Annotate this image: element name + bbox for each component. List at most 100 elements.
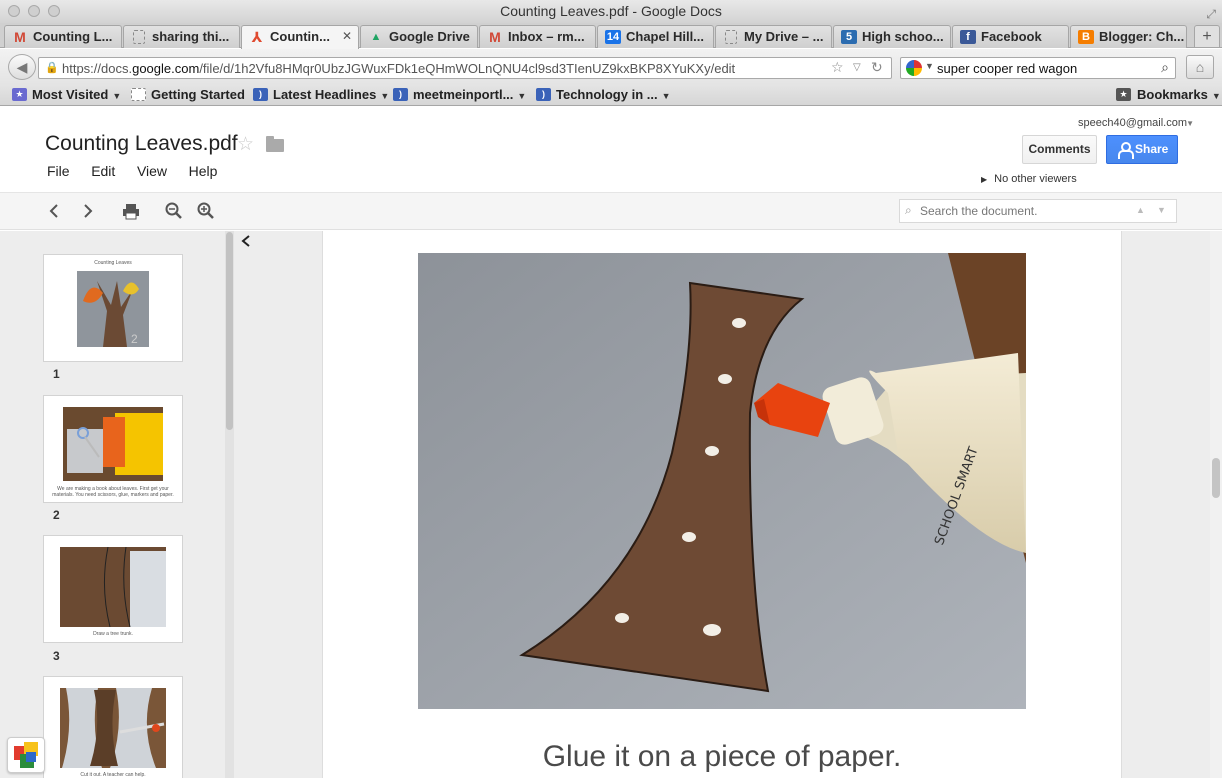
back-button[interactable]: ◀ xyxy=(8,54,36,80)
reload-icon[interactable]: ↻ xyxy=(871,59,883,76)
gmail-icon: M xyxy=(14,29,26,45)
tab-label: High schoo... xyxy=(862,29,944,44)
browser-tab[interactable]: 5 High schoo... xyxy=(833,25,951,48)
folder-icon[interactable] xyxy=(266,136,284,152)
bookmark-item[interactable]: ★ Most Visited ▼ xyxy=(12,87,121,104)
minimize-window-button[interactable] xyxy=(28,5,40,17)
account-dropdown-icon[interactable]: ▼ xyxy=(1186,119,1194,128)
menu-help[interactable]: Help xyxy=(189,163,218,179)
next-result-icon[interactable]: ▼ xyxy=(1157,205,1166,215)
trunk-drawing-thumbnail-image xyxy=(60,547,166,627)
page-thumbnail-1[interactable]: Counting Leaves 2 xyxy=(43,254,183,362)
zoom-in-button[interactable] xyxy=(196,201,216,221)
page-thumbnail-2[interactable]: We are making a book about leaves. First… xyxy=(43,395,183,503)
browser-tab[interactable]: 14 Chapel Hill... xyxy=(597,25,714,48)
tab-label: Google Drive xyxy=(389,29,470,44)
page-thumbnail-3[interactable]: Draw a tree trunk. xyxy=(43,535,183,643)
document-search-input[interactable] xyxy=(920,204,1130,218)
previous-result-icon[interactable]: ▲ xyxy=(1136,205,1145,215)
tab-label: Facebook xyxy=(981,29,1042,44)
new-tab-button[interactable]: + xyxy=(1194,25,1220,48)
bookmark-star-icon[interactable]: ☆ xyxy=(831,59,844,76)
search-icon: ⌕ xyxy=(905,203,912,217)
star-document-icon[interactable]: ☆ xyxy=(237,133,254,156)
tree-thumbnail-image: 2 xyxy=(77,271,149,347)
document-title[interactable]: Counting Leaves.pdf xyxy=(45,132,238,156)
browser-tab[interactable]: ▲ Google Drive xyxy=(360,25,478,48)
zoom-window-button[interactable] xyxy=(48,5,60,17)
browser-tab[interactable]: f Facebook xyxy=(952,25,1069,48)
print-icon xyxy=(123,204,139,220)
bookmark-label: Technology in ... xyxy=(556,87,658,102)
url-text[interactable]: https://docs.google.com/file/d/1h2Vfu8HM… xyxy=(62,61,735,76)
dropdown-caret-icon: ▼ xyxy=(380,91,390,101)
window-titlebar: Counting Leaves.pdf - Google Docs ⤢ xyxy=(0,0,1222,23)
browser-tab[interactable]: ⅄ Countin... ✕ xyxy=(241,25,359,49)
browser-tab[interactable]: B Blogger: Ch... xyxy=(1070,25,1187,48)
bookmark-item[interactable]: ) Latest Headlines ▼ xyxy=(253,87,389,104)
tab-label: My Drive – ... xyxy=(744,29,824,44)
print-button[interactable] xyxy=(121,201,141,221)
chevron-left-icon xyxy=(241,235,250,247)
tab-label: sharing thi... xyxy=(152,29,230,44)
svg-text:2: 2 xyxy=(131,332,138,346)
previous-page-button[interactable] xyxy=(44,201,64,221)
bookmarks-menu[interactable]: ★ Bookmarks ▼ xyxy=(1116,87,1221,104)
comments-button[interactable]: Comments xyxy=(1022,135,1097,164)
bookmark-item[interactable]: ) Technology in ... ▼ xyxy=(536,87,671,104)
home-button[interactable]: ⌂ xyxy=(1186,55,1214,79)
page-thumbnail-4[interactable]: Cut it out. A teacher can help. xyxy=(43,676,183,778)
gmail-icon: M xyxy=(489,29,501,45)
web-search-input[interactable] xyxy=(937,60,1147,76)
bookmarks-star-icon: ★ xyxy=(1116,88,1131,101)
cut-out-thumbnail-image xyxy=(60,688,166,768)
search-icon[interactable]: ⌕ xyxy=(1161,59,1169,76)
thumbnails-scrollbar-thumb[interactable] xyxy=(226,232,233,430)
zoom-out-button[interactable] xyxy=(164,201,184,221)
address-bar[interactable]: 🔒 https://docs.google.com/file/d/1h2Vfu8… xyxy=(38,57,892,79)
tab-strip: M Counting L... sharing thi... ⅄ Countin... ✕… xyxy=(0,23,1222,49)
browser-tab[interactable]: M Inbox – rm... xyxy=(479,25,596,48)
bookmark-item[interactable]: Getting Started xyxy=(131,87,245,103)
facebook-icon: f xyxy=(960,30,976,44)
collapse-sidebar-button[interactable] xyxy=(239,233,253,254)
share-button[interactable]: Share xyxy=(1106,135,1178,164)
menu-edit[interactable]: Edit xyxy=(91,163,115,179)
tab-label: Countin... xyxy=(270,29,330,44)
search-engine-dropdown-icon[interactable]: ▼ xyxy=(925,61,934,71)
account-email[interactable]: speech40@gmail.com xyxy=(1078,117,1187,129)
browser-tab[interactable]: My Drive – ... xyxy=(715,25,832,48)
tab-label: Inbox – rm... xyxy=(508,29,585,44)
bookmark-label: Most Visited xyxy=(32,87,109,102)
menu-view[interactable]: View xyxy=(137,163,167,179)
browser-tab[interactable]: sharing thi... xyxy=(123,25,240,48)
person-icon xyxy=(1118,142,1134,159)
viewers-status[interactable]: ▶ No other viewers xyxy=(981,173,1077,185)
thumbnail-caption: We are making a book about leaves. First… xyxy=(52,486,174,498)
document-search-box[interactable]: ⌕ ▲ ▼ xyxy=(899,199,1177,223)
navigation-bar: ◀ 🔒 https://docs.google.com/file/d/1h2Vf… xyxy=(0,49,1222,85)
close-window-button[interactable] xyxy=(8,5,20,17)
web-search-box[interactable]: ▼ ⌕ xyxy=(900,57,1176,79)
document-scrollbar-thumb[interactable] xyxy=(1212,458,1220,498)
next-page-button[interactable] xyxy=(78,201,98,221)
menu-file[interactable]: File xyxy=(47,163,70,179)
zoom-in-icon xyxy=(197,202,214,219)
tab-label: Blogger: Ch... xyxy=(1099,29,1185,44)
tab-label: Counting L... xyxy=(33,29,113,44)
docs-menubar: File Edit View Help xyxy=(47,163,235,179)
google-drive-icon: ▲ xyxy=(370,31,382,43)
document-scrollbar[interactable] xyxy=(1210,231,1222,778)
google-search-engine-icon[interactable] xyxy=(906,60,922,76)
bookmark-item[interactable]: ) meetmeinportl... ▼ xyxy=(393,87,526,104)
browser-tab[interactable]: M Counting L... xyxy=(4,25,122,48)
viewer-toolbar: ⌕ ▲ ▼ xyxy=(0,193,1222,230)
dropdown-caret-icon: ▼ xyxy=(661,91,671,101)
close-tab-icon[interactable]: ✕ xyxy=(342,26,352,47)
dock-app-icon[interactable] xyxy=(7,737,45,773)
thumbnail-caption: Counting Leaves xyxy=(94,260,132,266)
history-dropdown-icon[interactable]: ▽ xyxy=(853,62,861,73)
docs-header: Counting Leaves.pdf ☆ File Edit View Hel… xyxy=(0,107,1222,193)
blank-page-icon xyxy=(133,30,145,44)
page-number-3: 3 xyxy=(53,649,60,663)
